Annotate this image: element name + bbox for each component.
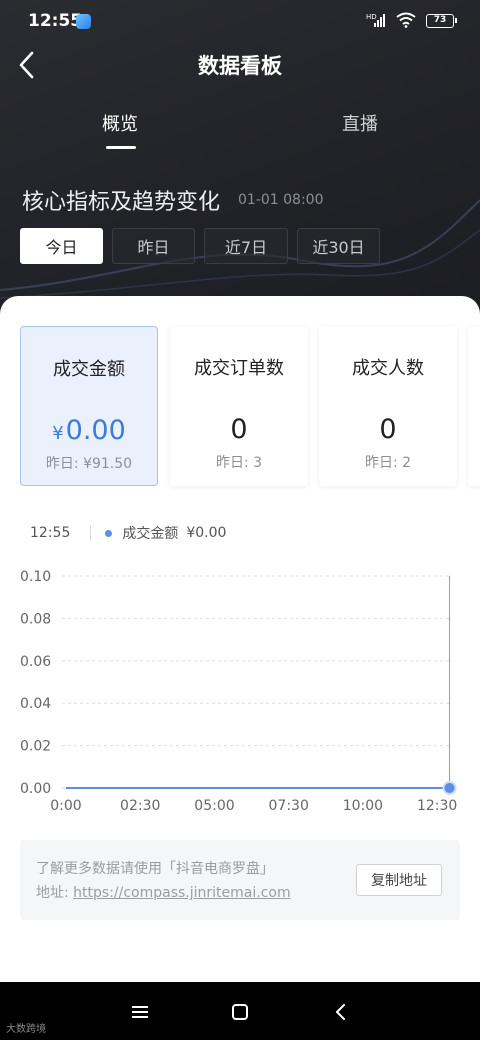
copy-address-button[interactable]: 复制地址 [356, 864, 442, 896]
legend-dot [105, 529, 113, 537]
header-wave-decoration [0, 199, 480, 299]
compass-link[interactable]: https://compass.jinritemai.com [73, 885, 290, 901]
metric-card-gmv[interactable]: 成交金额 ¥0.00 昨日: ¥91.50 [20, 326, 158, 486]
active-tab-indicator [106, 146, 136, 149]
status-bar: 12:55 HD 73 [0, 0, 480, 44]
legend-series-name: 成交金额 [122, 526, 179, 542]
metric-card-buyers[interactable]: 成交人数 0 昨日: 2 [319, 326, 457, 486]
content-sheet: 成交金额 ¥0.00 昨日: ¥91.50 成交订单数 0 昨日: 3 成交人数… [0, 296, 480, 982]
y-tick-label: 0.00 [20, 781, 51, 797]
y-tick-label: 0.08 [20, 611, 51, 627]
metric-previous: 昨日: 2 [364, 455, 412, 471]
metric-label: 成交金额 [53, 359, 125, 380]
menu-icon [132, 1006, 148, 1018]
legend-divider [90, 525, 92, 541]
watermark-logo: 大数跨境 [6, 1024, 46, 1035]
legend-time: 12:55 [30, 525, 71, 541]
x-tick-label: 0:00 [50, 798, 81, 814]
info-box: 了解更多数据请使用「抖音电商罗盘」 地址: https://compass.ji… [20, 840, 460, 920]
range-today-button[interactable]: 今日 [20, 228, 103, 264]
battery-icon: 73 [426, 14, 457, 28]
x-tick-label: 07:30 [269, 798, 309, 814]
range-7days-button[interactable]: 近7日 [204, 228, 288, 264]
header: 12:55 HD 73 数据看板 概览 直播 核心指标及趋势变化 01-01 0… [0, 0, 480, 320]
metric-value: 0 [379, 414, 397, 445]
range-30days-button[interactable]: 近30日 [297, 228, 380, 264]
x-tick-label: 05:00 [194, 798, 234, 814]
back-nav-button[interactable] [326, 998, 354, 1026]
metric-card-orders[interactable]: 成交订单数 0 昨日: 3 [170, 326, 308, 486]
metric-previous: 昨日: 3 [215, 455, 263, 471]
metric-label: 成交订单数 [194, 358, 284, 379]
range-yesterday-button[interactable]: 昨日 [112, 228, 195, 264]
home-square-icon [232, 1004, 248, 1020]
y-tick-label: 0.06 [20, 654, 51, 670]
page-title: 数据看板 [198, 54, 282, 78]
wifi-icon [396, 12, 416, 28]
y-tick-label: 0.10 [20, 569, 51, 585]
currency-symbol: ¥ [52, 423, 64, 444]
home-nav-button[interactable] [226, 998, 254, 1026]
address-label: 地址: [36, 885, 69, 901]
metric-card-partial[interactable] [468, 326, 480, 486]
app-notification-icon [76, 14, 91, 29]
signal-icon: HD [366, 13, 385, 27]
status-time: 12:55 [28, 11, 83, 31]
y-tick-label: 0.02 [20, 739, 51, 755]
series-point [442, 781, 457, 795]
menu-nav-button[interactable] [126, 998, 154, 1026]
network-label: HD [366, 13, 377, 21]
info-address: 地址: https://compass.jinritemai.com [36, 882, 291, 902]
section-timestamp: 01-01 08:00 [238, 192, 324, 208]
info-text: 了解更多数据请使用「抖音电商罗盘」 [36, 861, 274, 877]
tab-live[interactable]: 直播 [342, 110, 378, 136]
tab-overview[interactable]: 概览 [102, 110, 138, 136]
y-tick-label: 0.04 [20, 696, 51, 712]
x-tick-label: 02:30 [120, 798, 160, 814]
section-title: 核心指标及趋势变化 [22, 190, 221, 215]
status-icons: HD [366, 12, 416, 28]
metric-previous: 昨日: ¥91.50 [45, 456, 133, 472]
metric-label: 成交人数 [352, 358, 424, 379]
x-tick-label: 10:00 [343, 798, 383, 814]
metric-value: 0 [230, 414, 248, 445]
metric-value-number: 0.00 [65, 415, 126, 446]
back-triangle-icon [336, 1004, 345, 1020]
system-nav-bar [0, 982, 480, 1040]
x-tick-label: 12:30 [417, 798, 457, 814]
trend-chart[interactable]: 0.10 0.08 0.06 0.04 0.02 0.000:00 02:30 05:00 07… [0, 562, 480, 822]
metric-value: ¥0.00 [21, 415, 157, 446]
legend-value: ¥0.00 [186, 525, 227, 541]
chart-legend: 12:55 成交金额 ¥0.00 [30, 524, 226, 542]
